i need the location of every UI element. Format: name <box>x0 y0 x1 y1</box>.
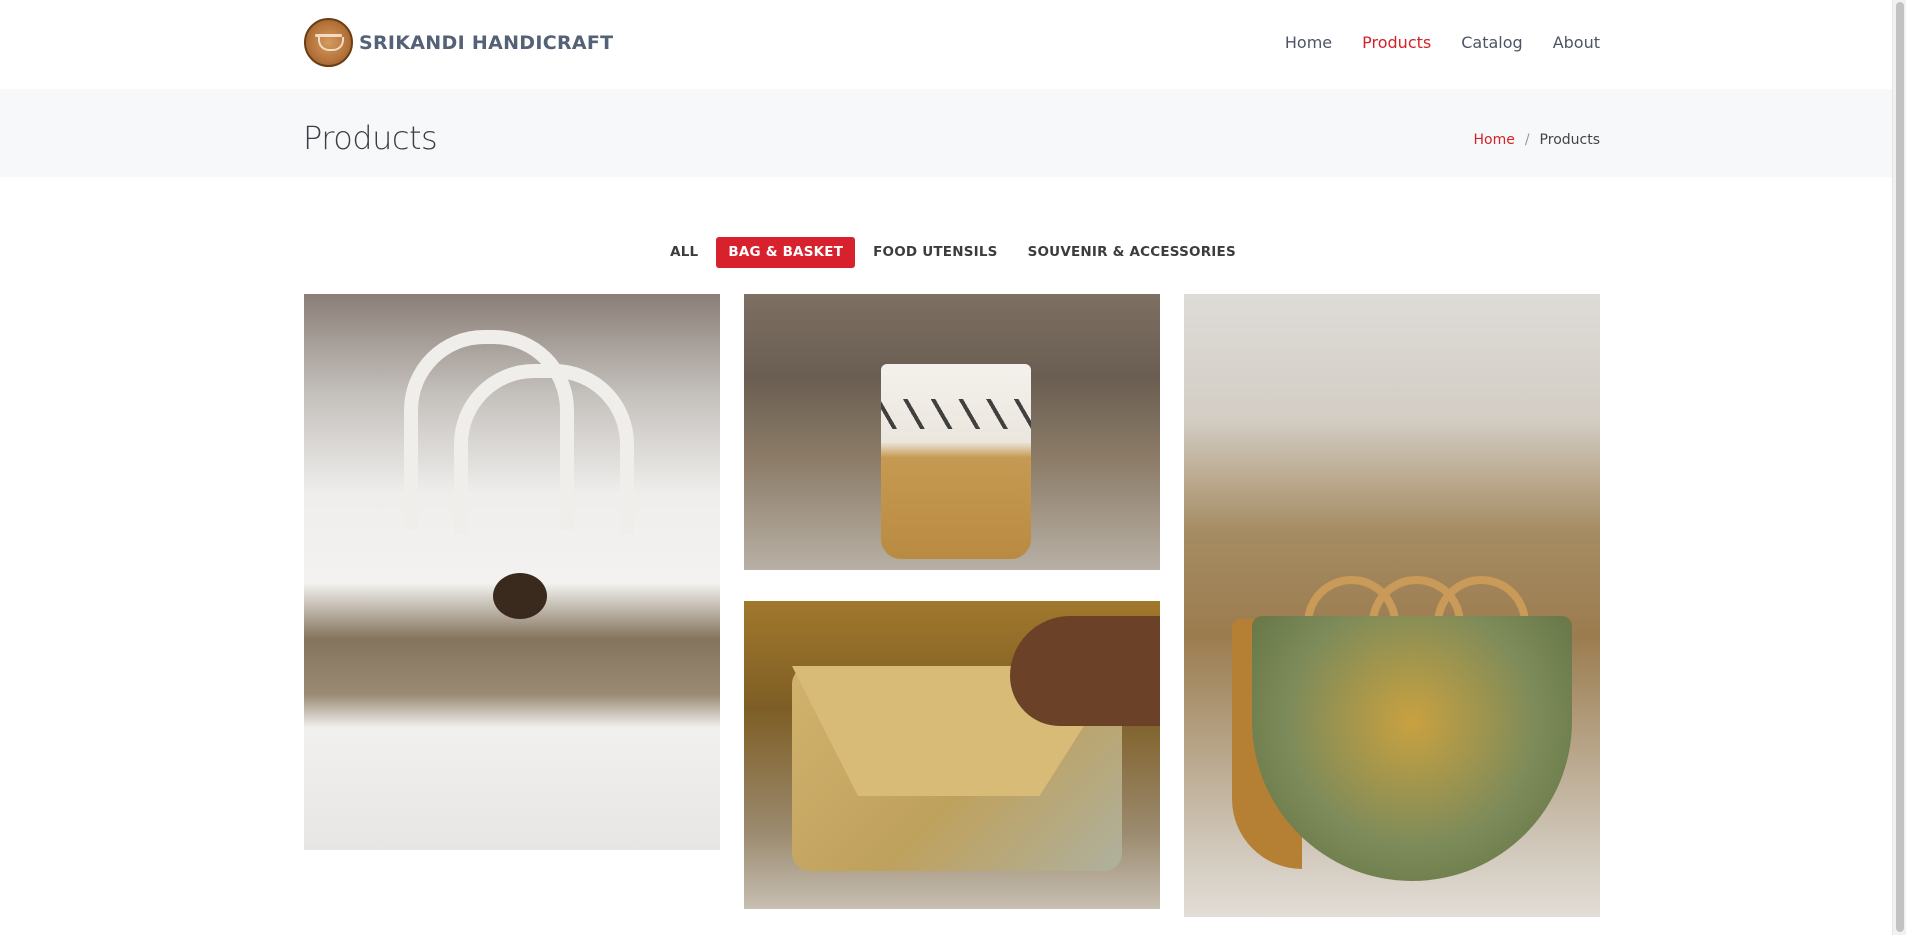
nav-item-home[interactable]: Home <box>1285 33 1332 52</box>
product-image-zigzag-basket[interactable] <box>744 294 1160 570</box>
nav-item-catalog[interactable]: Catalog <box>1461 33 1522 52</box>
nav-item-about[interactable]: About <box>1553 33 1600 52</box>
brand-name: SRIKANDI HANDICRAFT <box>359 31 614 54</box>
breadcrumb-separator: / <box>1524 132 1530 148</box>
breadcrumb-current: Products <box>1539 132 1600 148</box>
srikandi-logo-icon <box>304 18 353 67</box>
zigzag-pattern-shape <box>881 399 1031 429</box>
product-image-half-moon-bag[interactable] <box>1184 294 1600 917</box>
site-header: SRIKANDI HANDICRAFT Home Products Catalo… <box>0 0 1906 89</box>
filter-bag-basket[interactable]: BAG & BASKET <box>716 237 856 268</box>
nav-item-products[interactable]: Products <box>1362 33 1431 52</box>
filter-food-utensils[interactable]: FOOD UTENSILS <box>861 237 1009 268</box>
bag-handle-shape <box>454 364 634 534</box>
page-title: Products <box>303 119 438 157</box>
main-nav: Home Products Catalog About <box>1285 33 1600 52</box>
page-scrollbar[interactable] <box>1892 0 1906 935</box>
bag-button-shape <box>493 573 547 619</box>
page-title-band: Products Home / Products <box>0 89 1906 177</box>
scrollbar-thumb[interactable] <box>1896 2 1904 932</box>
filter-souvenir-accessories[interactable]: SOUVENIR & ACCESSORIES <box>1016 237 1248 268</box>
product-image-tote-bag[interactable] <box>304 294 720 850</box>
basket-shape <box>881 364 1031 559</box>
product-image-woven-clutch[interactable] <box>744 601 1160 909</box>
brand-logo[interactable]: SRIKANDI HANDICRAFT <box>304 18 613 67</box>
breadcrumb-home-link[interactable]: Home <box>1473 132 1514 148</box>
filter-all[interactable]: ALL <box>658 237 710 268</box>
breadcrumb: Home / Products <box>1473 132 1600 148</box>
product-filter-bar: ALL BAG & BASKET FOOD UTENSILS SOUVENIR … <box>0 237 1906 268</box>
hand-shape <box>1010 616 1160 726</box>
